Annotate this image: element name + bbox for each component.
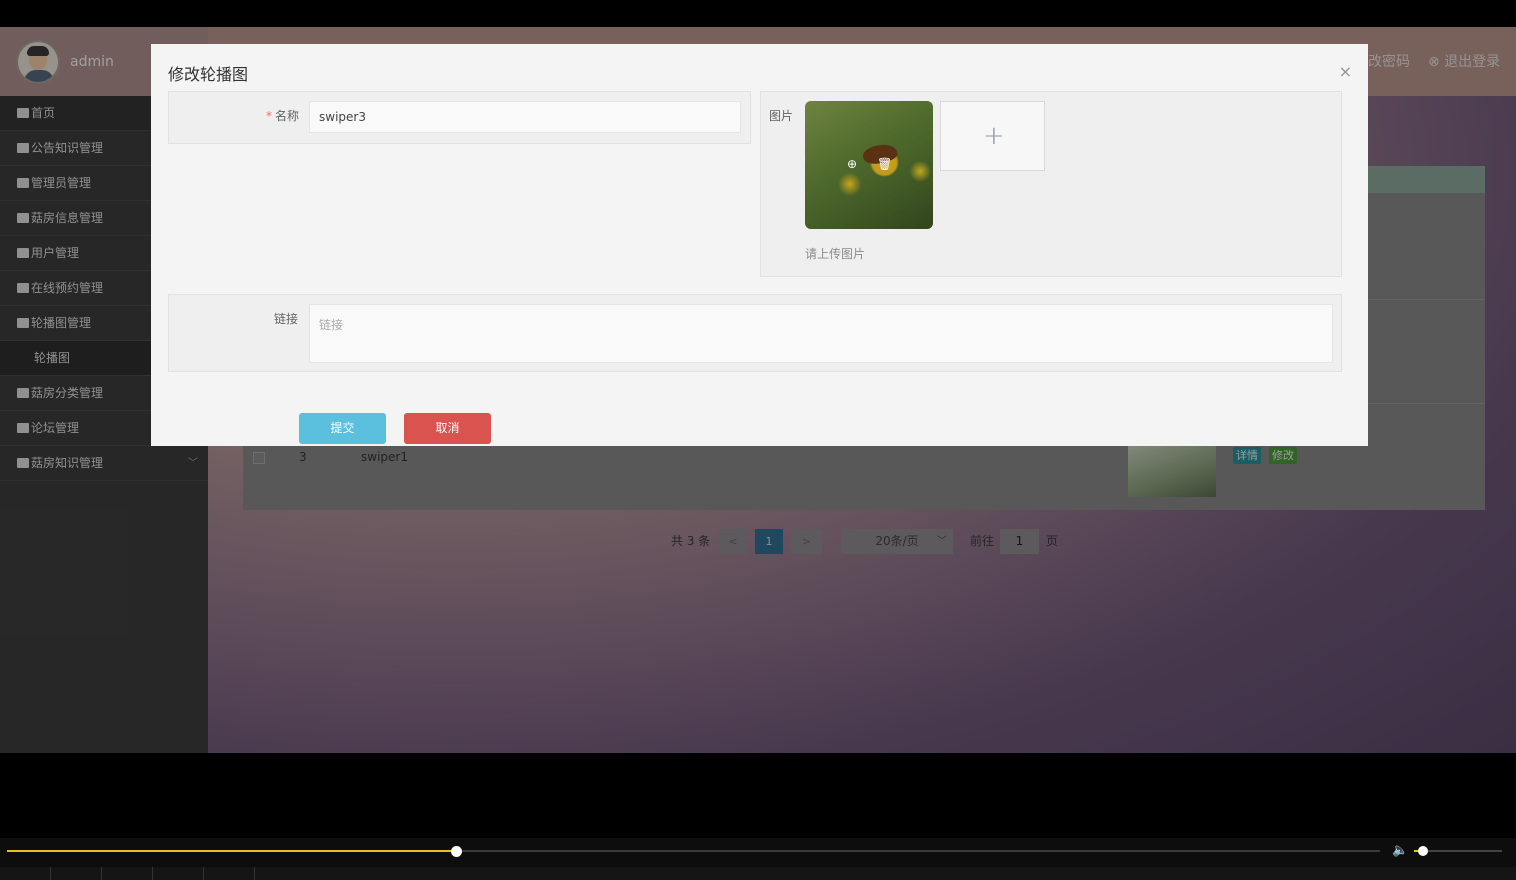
- name-field-group: * 名称 swiper3: [168, 91, 751, 144]
- seek-bar[interactable]: [7, 850, 1380, 852]
- close-icon[interactable]: ×: [1339, 62, 1352, 81]
- volume-handle[interactable]: [1417, 846, 1428, 856]
- video-player-controls: 🔈: [0, 838, 1516, 880]
- name-label-text: 名称: [275, 109, 300, 123]
- app-screen: 改密码 ⊗ 退出登录 admin 首页 公告知识管理 管理员管理 菇房信息管理 …: [0, 27, 1516, 753]
- required-mark: *: [266, 109, 272, 123]
- seek-progress: [7, 850, 456, 852]
- zoom-in-icon[interactable]: ⊕: [845, 157, 859, 171]
- image-field-group: 图片 ⊕ 🗑 + 请上传图片: [760, 91, 1342, 277]
- upload-tip: 请上传图片: [805, 247, 866, 261]
- link-field-group: 链接 链接: [168, 294, 1342, 372]
- name-label: * 名称: [266, 107, 299, 124]
- plus-icon: +: [983, 121, 1005, 151]
- upload-button[interactable]: +: [940, 101, 1045, 171]
- link-textarea[interactable]: 链接: [309, 304, 1333, 363]
- edit-carousel-dialog: 修改轮播图 × * 名称 swiper3 图片 ⊕ 🗑 + 请上传图片 链接 链接…: [151, 44, 1368, 446]
- uploaded-image[interactable]: ⊕ 🗑: [805, 101, 933, 229]
- volume-icon[interactable]: 🔈: [1392, 843, 1408, 858]
- seek-handle[interactable]: [450, 846, 462, 857]
- dialog-title: 修改轮播图: [168, 65, 249, 84]
- image-label: 图片: [769, 109, 794, 123]
- submit-button[interactable]: 提交: [299, 413, 386, 444]
- control-strip: [0, 867, 1516, 880]
- name-input[interactable]: swiper3: [309, 101, 741, 133]
- link-label: 链接: [274, 312, 299, 326]
- delete-icon[interactable]: 🗑: [877, 157, 892, 171]
- cancel-button[interactable]: 取消: [404, 413, 491, 444]
